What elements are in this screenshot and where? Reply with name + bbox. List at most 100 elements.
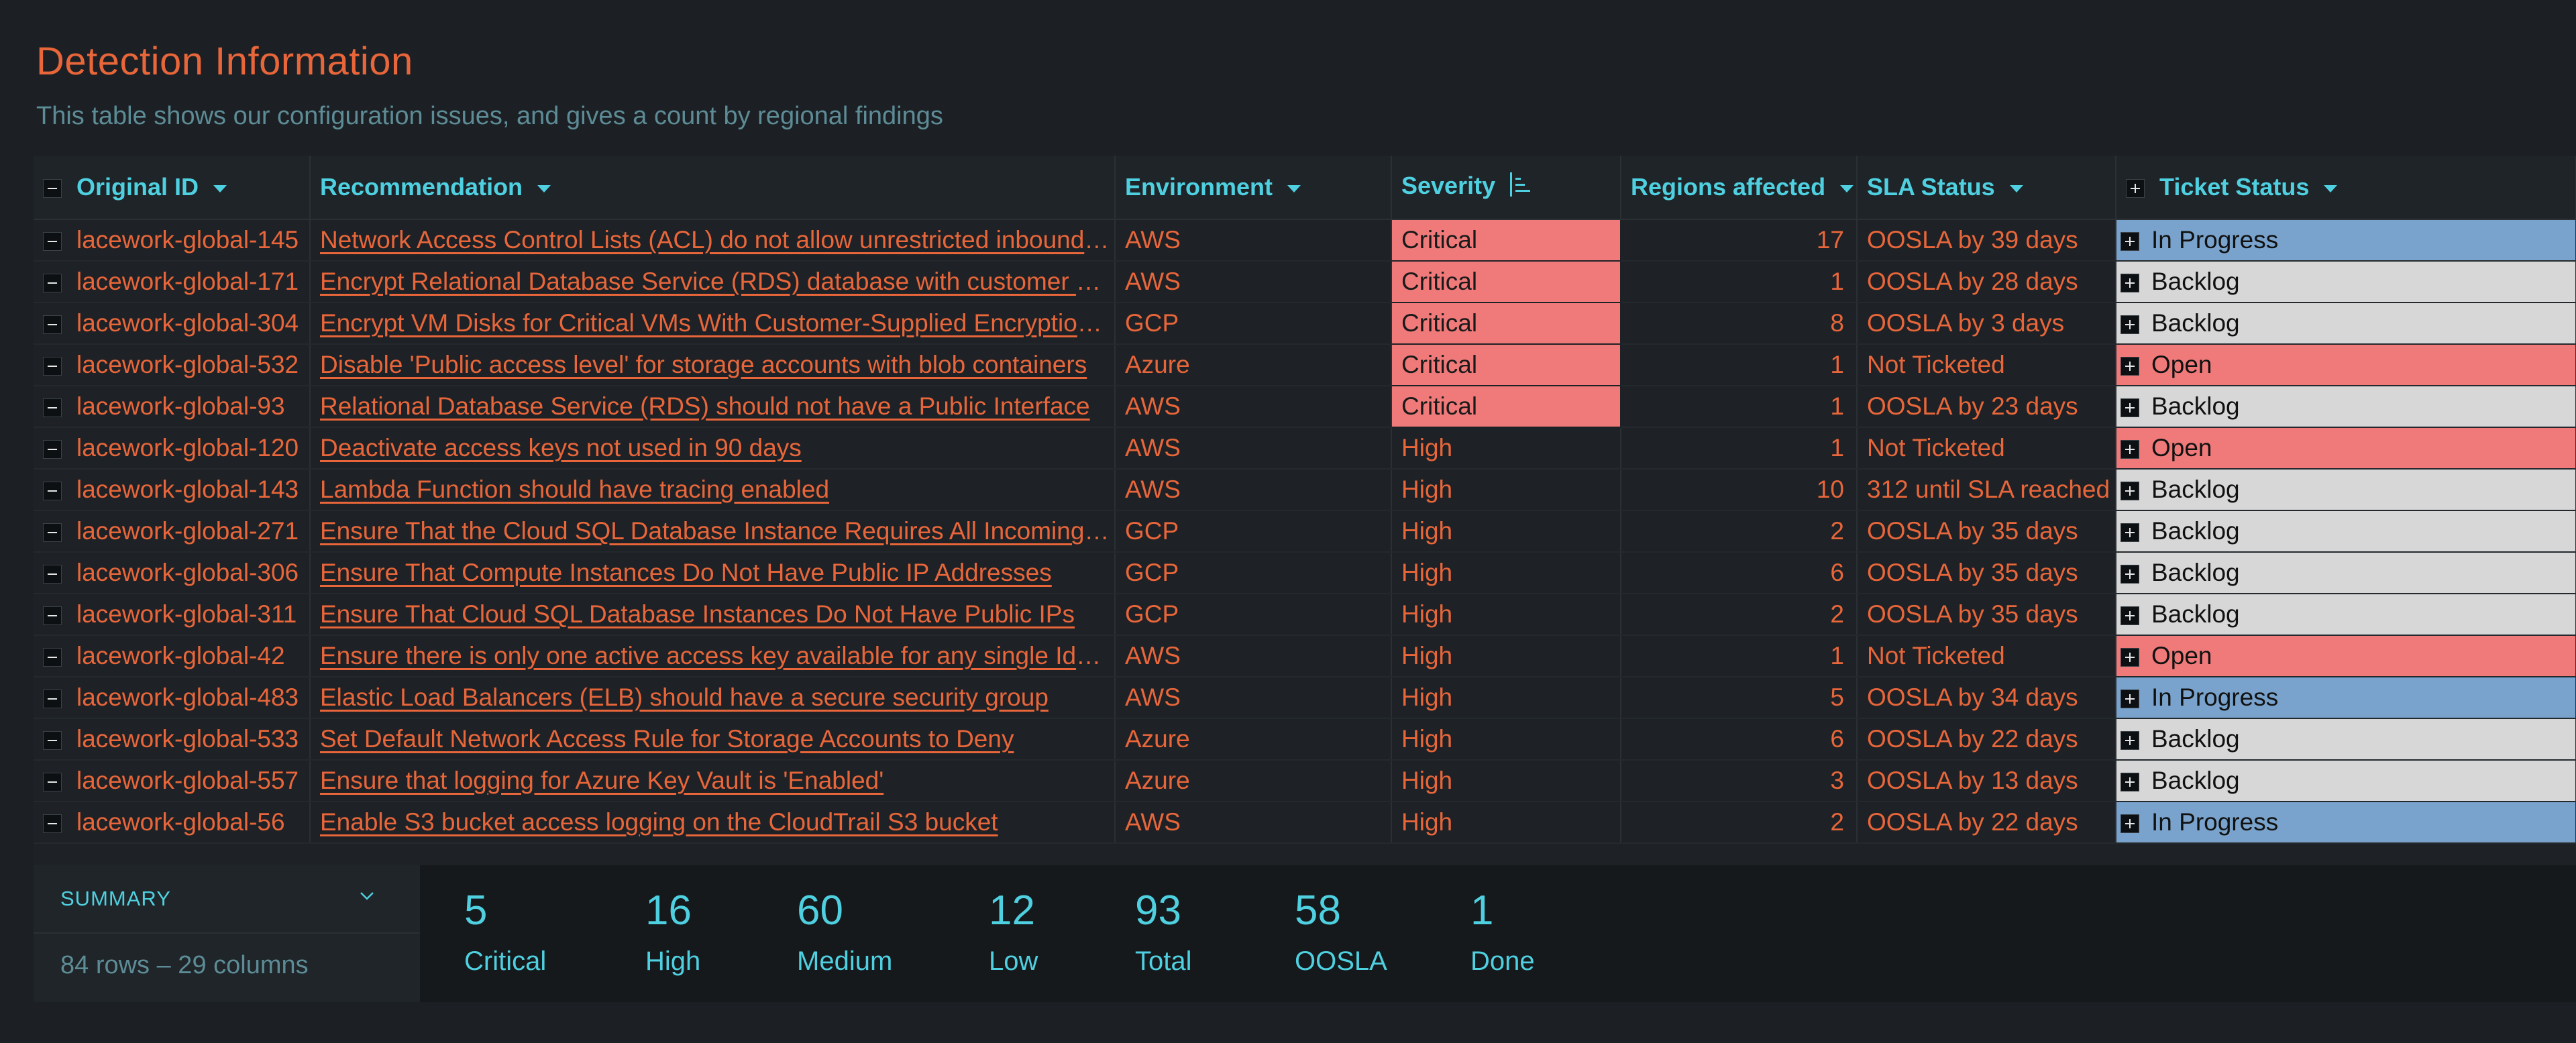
table-row[interactable]: lacework-global-306 Ensure That Compute I… — [34, 552, 2576, 594]
recommendation-link[interactable]: Relational Database Service (RDS) should… — [320, 392, 1090, 420]
expand-all-icon[interactable] — [2126, 179, 2145, 199]
recommendation-link[interactable]: Ensure That the Cloud SQL Database Insta… — [320, 517, 1114, 545]
table-row[interactable]: lacework-global-304 Encrypt VM Disks for … — [34, 302, 2576, 345]
col-ticket-status[interactable]: Ticket Status — [2116, 156, 2576, 220]
table-row[interactable]: lacework-global-533 Set Default Network A… — [34, 718, 2576, 761]
table-row[interactable]: lacework-global-56 Enable S3 bucket acces… — [34, 802, 2576, 844]
cell-ticket-status[interactable]: Backlog — [2116, 386, 2576, 428]
cell-ticket-status[interactable]: Open — [2116, 635, 2576, 677]
recommendation-link[interactable]: Ensure That Cloud SQL Database Instances… — [320, 600, 1075, 628]
recommendation-link[interactable]: Deactivate access keys not used in 90 da… — [320, 434, 802, 461]
table-row[interactable]: lacework-global-120 Deactivate access key… — [34, 427, 2576, 470]
collapse-all-icon[interactable] — [43, 179, 62, 199]
expand-ticket-icon[interactable] — [2121, 814, 2139, 834]
cell-recommendation[interactable]: Ensure That the Cloud SQL Database Insta… — [310, 510, 1116, 553]
table-row[interactable]: lacework-global-557 Ensure that logging f… — [34, 760, 2576, 802]
collapse-row-icon[interactable] — [43, 773, 62, 792]
summary-toggle[interactable]: SUMMARY 84 rows – 29 columns — [34, 865, 420, 1002]
chevron-down-icon[interactable] — [360, 888, 374, 903]
col-original-id[interactable]: Original ID — [34, 156, 311, 220]
caret-down-icon[interactable] — [2324, 184, 2338, 193]
expand-ticket-icon[interactable] — [2121, 773, 2139, 792]
caret-down-icon[interactable] — [2009, 184, 2023, 193]
cell-recommendation[interactable]: Set Default Network Access Rule for Stor… — [310, 718, 1116, 761]
recommendation-link[interactable]: Network Access Control Lists (ACL) do no… — [320, 226, 1114, 254]
collapse-row-icon[interactable] — [43, 440, 62, 459]
recommendation-link[interactable]: Elastic Load Balancers (ELB) should have… — [320, 683, 1049, 711]
cell-recommendation[interactable]: Enable S3 bucket access logging on the C… — [310, 802, 1116, 844]
expand-ticket-icon[interactable] — [2121, 482, 2139, 501]
recommendation-link[interactable]: Ensure there is only one active access k… — [320, 642, 1114, 669]
cell-ticket-status[interactable]: In Progress — [2116, 802, 2576, 844]
cell-recommendation[interactable]: Network Access Control Lists (ACL) do no… — [310, 219, 1116, 262]
sort-bars-icon[interactable] — [1509, 171, 1534, 204]
recommendation-link[interactable]: Lambda Function should have tracing enab… — [320, 476, 829, 503]
table-row[interactable]: lacework-global-532 Disable 'Public acces… — [34, 343, 2576, 386]
cell-recommendation[interactable]: Deactivate access keys not used in 90 da… — [310, 427, 1116, 470]
recommendation-link[interactable]: Encrypt Relational Database Service (RDS… — [320, 268, 1114, 295]
cell-ticket-status[interactable]: In Progress — [2116, 677, 2576, 719]
cell-ticket-status[interactable]: Backlog — [2116, 718, 2576, 761]
caret-down-icon[interactable] — [1287, 184, 1301, 193]
cell-recommendation[interactable]: Encrypt VM Disks for Critical VMs With C… — [310, 303, 1116, 345]
collapse-row-icon[interactable] — [43, 606, 62, 626]
caret-down-icon[interactable] — [537, 184, 551, 193]
collapse-row-icon[interactable] — [43, 274, 62, 293]
cell-recommendation[interactable]: Lambda Function should have tracing enab… — [310, 469, 1116, 511]
collapse-row-icon[interactable] — [43, 357, 62, 376]
cell-ticket-status[interactable]: Open — [2116, 344, 2576, 386]
expand-ticket-icon[interactable] — [2121, 315, 2139, 335]
cell-recommendation[interactable]: Ensure that logging for Azure Key Vault … — [310, 760, 1116, 802]
cell-recommendation[interactable]: Disable 'Public access level' for storag… — [310, 344, 1116, 386]
col-sla-status[interactable]: SLA Status — [1857, 156, 2116, 220]
expand-ticket-icon[interactable] — [2121, 606, 2139, 626]
col-regions-affected[interactable]: Regions affected — [1621, 156, 1858, 220]
expand-ticket-icon[interactable] — [2121, 523, 2139, 543]
cell-recommendation[interactable]: Elastic Load Balancers (ELB) should have… — [310, 677, 1116, 719]
cell-recommendation[interactable]: Encrypt Relational Database Service (RDS… — [310, 261, 1116, 303]
table-row[interactable]: lacework-global-483 Elastic Load Balancer… — [34, 677, 2576, 719]
recommendation-link[interactable]: Ensure That Compute Instances Do Not Hav… — [320, 559, 1052, 586]
collapse-row-icon[interactable] — [43, 482, 62, 501]
recommendation-link[interactable]: Set Default Network Access Rule for Stor… — [320, 725, 1014, 753]
cell-ticket-status[interactable]: In Progress — [2116, 219, 2576, 262]
expand-ticket-icon[interactable] — [2121, 440, 2139, 459]
expand-ticket-icon[interactable] — [2121, 398, 2139, 418]
col-recommendation[interactable]: Recommendation — [310, 156, 1116, 220]
cell-ticket-status[interactable]: Backlog — [2116, 552, 2576, 594]
table-row[interactable]: lacework-global-145 Network Access Contro… — [34, 219, 2576, 262]
collapse-row-icon[interactable] — [43, 690, 62, 709]
table-row[interactable]: lacework-global-42 Ensure there is only o… — [34, 635, 2576, 677]
expand-ticket-icon[interactable] — [2121, 232, 2139, 252]
table-row[interactable]: lacework-global-271 Ensure That the Cloud… — [34, 510, 2576, 553]
cell-ticket-status[interactable]: Backlog — [2116, 760, 2576, 802]
collapse-row-icon[interactable] — [43, 523, 62, 543]
cell-ticket-status[interactable]: Backlog — [2116, 594, 2576, 636]
caret-down-icon[interactable] — [213, 184, 227, 193]
expand-ticket-icon[interactable] — [2121, 357, 2139, 376]
cell-recommendation[interactable]: Ensure That Compute Instances Do Not Hav… — [310, 552, 1116, 594]
expand-ticket-icon[interactable] — [2121, 274, 2139, 293]
collapse-row-icon[interactable] — [43, 648, 62, 667]
recommendation-link[interactable]: Disable 'Public access level' for storag… — [320, 351, 1087, 378]
col-environment[interactable]: Environment — [1115, 156, 1392, 220]
cell-recommendation[interactable]: Ensure there is only one active access k… — [310, 635, 1116, 677]
recommendation-link[interactable]: Enable S3 bucket access logging on the C… — [320, 808, 998, 836]
table-row[interactable]: lacework-global-143 Lambda Function shoul… — [34, 469, 2576, 511]
collapse-row-icon[interactable] — [43, 814, 62, 834]
cell-recommendation[interactable]: Ensure That Cloud SQL Database Instances… — [310, 594, 1116, 636]
cell-recommendation[interactable]: Relational Database Service (RDS) should… — [310, 386, 1116, 428]
recommendation-link[interactable]: Ensure that logging for Azure Key Vault … — [320, 767, 883, 794]
expand-ticket-icon[interactable] — [2121, 731, 2139, 751]
cell-ticket-status[interactable]: Backlog — [2116, 303, 2576, 345]
collapse-row-icon[interactable] — [43, 731, 62, 751]
collapse-row-icon[interactable] — [43, 232, 62, 252]
caret-down-icon[interactable] — [1840, 184, 1854, 193]
expand-ticket-icon[interactable] — [2121, 648, 2139, 667]
col-severity[interactable]: Severity — [1391, 156, 1621, 220]
recommendation-link[interactable]: Encrypt VM Disks for Critical VMs With C… — [320, 309, 1114, 337]
cell-ticket-status[interactable]: Backlog — [2116, 261, 2576, 303]
collapse-row-icon[interactable] — [43, 398, 62, 418]
collapse-row-icon[interactable] — [43, 315, 62, 335]
cell-ticket-status[interactable]: Open — [2116, 427, 2576, 470]
